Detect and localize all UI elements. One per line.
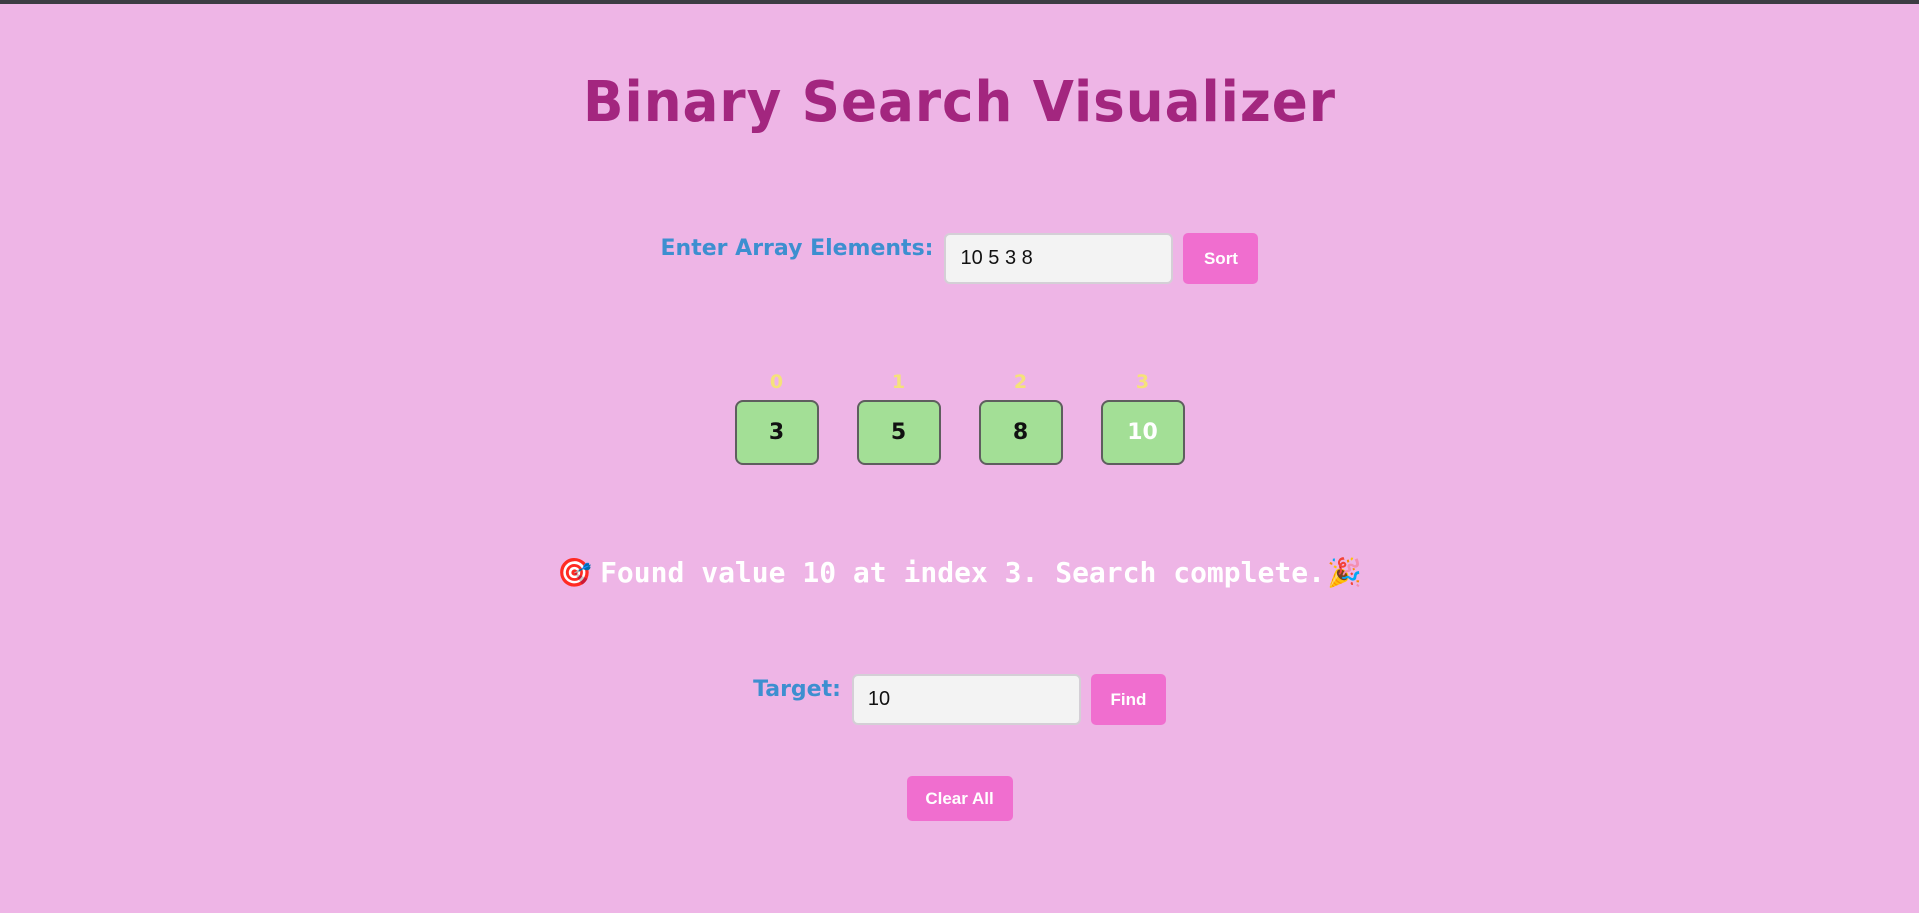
target-input-row: Target: Find [0, 674, 1919, 725]
window-top-bar [0, 0, 1919, 4]
array-cell: 0 3 [734, 370, 819, 465]
cell-index: 3 [1135, 371, 1150, 393]
cell-index: 2 [1013, 371, 1028, 393]
status-message: Found value 10 at index 3. Search comple… [600, 556, 1325, 589]
array-cell: 1 5 [856, 370, 941, 465]
cell-index: 1 [891, 371, 906, 393]
party-popper-icon: 🎉 [1326, 556, 1362, 589]
find-button[interactable]: Find [1090, 674, 1166, 725]
clear-all-button[interactable]: Clear All [906, 776, 1013, 821]
array-cell: 2 8 [978, 370, 1063, 465]
search-status: 🎯 Found value 10 at index 3. Search comp… [0, 556, 1919, 589]
clear-row: Clear All [0, 776, 1919, 821]
array-input-label: Enter Array Elements: [660, 236, 934, 261]
target-icon: 🎯 [557, 556, 593, 589]
array-elements-input[interactable] [944, 233, 1174, 284]
array-input-row: Enter Array Elements: Sort [0, 233, 1919, 284]
cell-value: 8 [978, 400, 1063, 465]
target-input-label: Target: [753, 677, 841, 702]
cell-value: 3 [734, 400, 819, 465]
cell-value-found: 10 [1100, 400, 1185, 465]
array-cell: 3 10 [1100, 370, 1185, 465]
cell-value: 5 [856, 400, 941, 465]
array-visualization: 0 3 1 5 2 8 3 10 [0, 370, 1919, 465]
cell-index: 0 [769, 371, 784, 393]
page-title: Binary Search Visualizer [583, 70, 1336, 135]
sort-button[interactable]: Sort [1183, 233, 1259, 284]
target-input[interactable] [851, 674, 1081, 725]
